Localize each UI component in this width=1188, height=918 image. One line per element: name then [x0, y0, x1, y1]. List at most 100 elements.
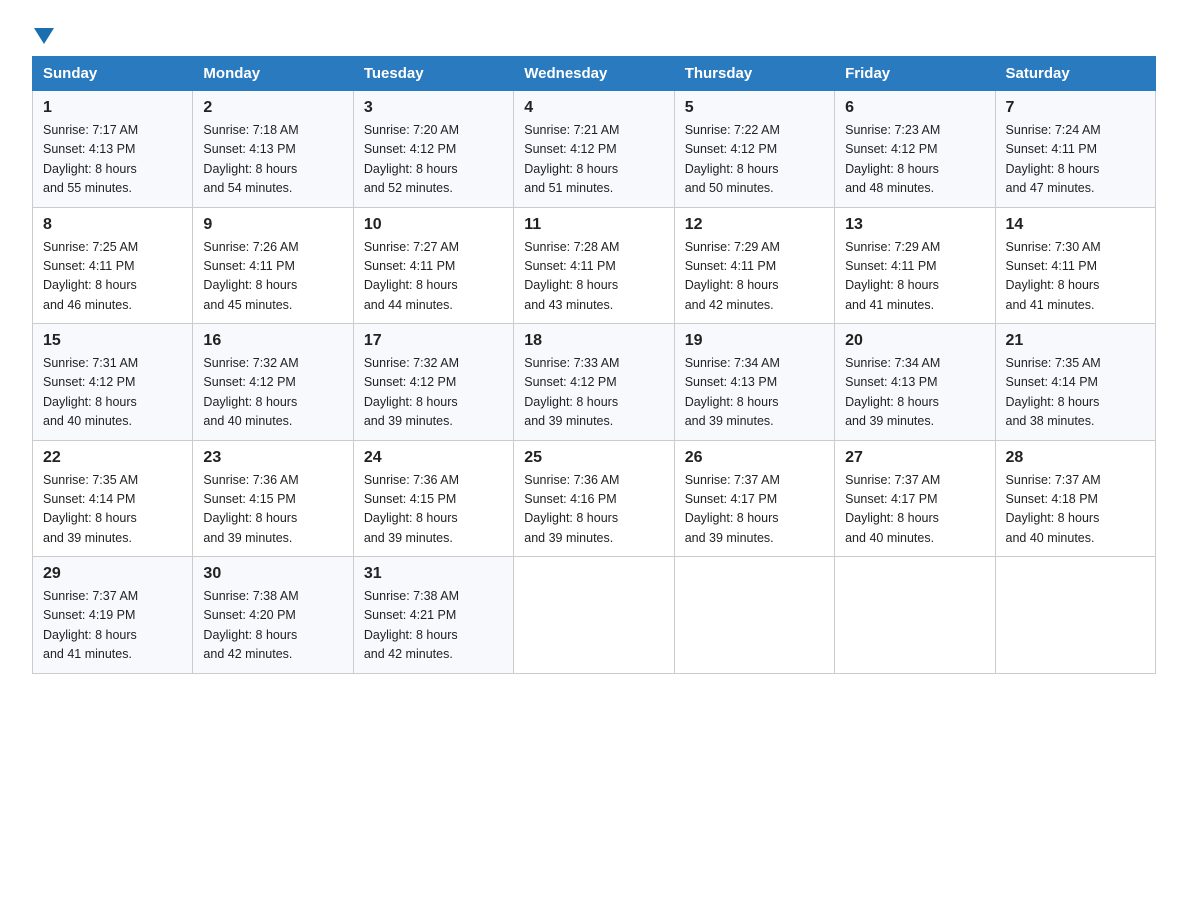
- day-info: Sunrise: 7:35 AMSunset: 4:14 PMDaylight:…: [1006, 356, 1101, 428]
- day-cell-31: 31 Sunrise: 7:38 AMSunset: 4:21 PMDaylig…: [353, 557, 513, 674]
- day-cell-19: 19 Sunrise: 7:34 AMSunset: 4:13 PMDaylig…: [674, 324, 834, 441]
- day-number: 31: [364, 565, 503, 583]
- day-info: Sunrise: 7:32 AMSunset: 4:12 PMDaylight:…: [364, 356, 459, 428]
- day-cell-21: 21 Sunrise: 7:35 AMSunset: 4:14 PMDaylig…: [995, 324, 1155, 441]
- day-cell-29: 29 Sunrise: 7:37 AMSunset: 4:19 PMDaylig…: [33, 557, 193, 674]
- day-number: 6: [845, 99, 984, 117]
- day-info: Sunrise: 7:17 AMSunset: 4:13 PMDaylight:…: [43, 123, 138, 195]
- day-number: 4: [524, 99, 663, 117]
- day-info: Sunrise: 7:32 AMSunset: 4:12 PMDaylight:…: [203, 356, 298, 428]
- day-cell-26: 26 Sunrise: 7:37 AMSunset: 4:17 PMDaylig…: [674, 440, 834, 557]
- logo: [32, 24, 54, 44]
- day-cell-7: 7 Sunrise: 7:24 AMSunset: 4:11 PMDayligh…: [995, 91, 1155, 208]
- day-number: 2: [203, 99, 342, 117]
- weekday-header-friday: Friday: [835, 57, 995, 91]
- day-cell-24: 24 Sunrise: 7:36 AMSunset: 4:15 PMDaylig…: [353, 440, 513, 557]
- day-number: 10: [364, 216, 503, 234]
- weekday-header-row: SundayMondayTuesdayWednesdayThursdayFrid…: [33, 57, 1156, 91]
- logo-triangle-icon: [34, 28, 54, 44]
- day-cell-22: 22 Sunrise: 7:35 AMSunset: 4:14 PMDaylig…: [33, 440, 193, 557]
- day-info: Sunrise: 7:25 AMSunset: 4:11 PMDaylight:…: [43, 240, 138, 312]
- day-cell-12: 12 Sunrise: 7:29 AMSunset: 4:11 PMDaylig…: [674, 207, 834, 324]
- day-cell-14: 14 Sunrise: 7:30 AMSunset: 4:11 PMDaylig…: [995, 207, 1155, 324]
- day-info: Sunrise: 7:36 AMSunset: 4:16 PMDaylight:…: [524, 473, 619, 545]
- day-cell-2: 2 Sunrise: 7:18 AMSunset: 4:13 PMDayligh…: [193, 91, 353, 208]
- day-number: 9: [203, 216, 342, 234]
- calendar-table: SundayMondayTuesdayWednesdayThursdayFrid…: [32, 56, 1156, 674]
- day-cell-11: 11 Sunrise: 7:28 AMSunset: 4:11 PMDaylig…: [514, 207, 674, 324]
- day-info: Sunrise: 7:35 AMSunset: 4:14 PMDaylight:…: [43, 473, 138, 545]
- day-info: Sunrise: 7:38 AMSunset: 4:21 PMDaylight:…: [364, 589, 459, 661]
- day-info: Sunrise: 7:29 AMSunset: 4:11 PMDaylight:…: [685, 240, 780, 312]
- day-number: 17: [364, 332, 503, 350]
- weekday-header-tuesday: Tuesday: [353, 57, 513, 91]
- empty-cell: [514, 557, 674, 674]
- day-cell-3: 3 Sunrise: 7:20 AMSunset: 4:12 PMDayligh…: [353, 91, 513, 208]
- day-number: 18: [524, 332, 663, 350]
- weekday-header-sunday: Sunday: [33, 57, 193, 91]
- day-cell-4: 4 Sunrise: 7:21 AMSunset: 4:12 PMDayligh…: [514, 91, 674, 208]
- day-number: 7: [1006, 99, 1145, 117]
- day-number: 24: [364, 449, 503, 467]
- day-info: Sunrise: 7:29 AMSunset: 4:11 PMDaylight:…: [845, 240, 940, 312]
- day-cell-5: 5 Sunrise: 7:22 AMSunset: 4:12 PMDayligh…: [674, 91, 834, 208]
- day-number: 19: [685, 332, 824, 350]
- day-number: 16: [203, 332, 342, 350]
- day-info: Sunrise: 7:37 AMSunset: 4:19 PMDaylight:…: [43, 589, 138, 661]
- day-cell-17: 17 Sunrise: 7:32 AMSunset: 4:12 PMDaylig…: [353, 324, 513, 441]
- day-number: 23: [203, 449, 342, 467]
- day-info: Sunrise: 7:33 AMSunset: 4:12 PMDaylight:…: [524, 356, 619, 428]
- day-cell-13: 13 Sunrise: 7:29 AMSunset: 4:11 PMDaylig…: [835, 207, 995, 324]
- day-number: 22: [43, 449, 182, 467]
- day-number: 27: [845, 449, 984, 467]
- day-info: Sunrise: 7:20 AMSunset: 4:12 PMDaylight:…: [364, 123, 459, 195]
- day-info: Sunrise: 7:38 AMSunset: 4:20 PMDaylight:…: [203, 589, 298, 661]
- day-info: Sunrise: 7:37 AMSunset: 4:18 PMDaylight:…: [1006, 473, 1101, 545]
- day-number: 8: [43, 216, 182, 234]
- day-cell-25: 25 Sunrise: 7:36 AMSunset: 4:16 PMDaylig…: [514, 440, 674, 557]
- day-cell-20: 20 Sunrise: 7:34 AMSunset: 4:13 PMDaylig…: [835, 324, 995, 441]
- day-number: 5: [685, 99, 824, 117]
- day-cell-23: 23 Sunrise: 7:36 AMSunset: 4:15 PMDaylig…: [193, 440, 353, 557]
- week-row-3: 15 Sunrise: 7:31 AMSunset: 4:12 PMDaylig…: [33, 324, 1156, 441]
- day-number: 20: [845, 332, 984, 350]
- day-info: Sunrise: 7:30 AMSunset: 4:11 PMDaylight:…: [1006, 240, 1101, 312]
- day-cell-8: 8 Sunrise: 7:25 AMSunset: 4:11 PMDayligh…: [33, 207, 193, 324]
- day-cell-28: 28 Sunrise: 7:37 AMSunset: 4:18 PMDaylig…: [995, 440, 1155, 557]
- day-cell-1: 1 Sunrise: 7:17 AMSunset: 4:13 PMDayligh…: [33, 91, 193, 208]
- day-number: 14: [1006, 216, 1145, 234]
- empty-cell: [995, 557, 1155, 674]
- week-row-2: 8 Sunrise: 7:25 AMSunset: 4:11 PMDayligh…: [33, 207, 1156, 324]
- day-info: Sunrise: 7:26 AMSunset: 4:11 PMDaylight:…: [203, 240, 298, 312]
- day-cell-18: 18 Sunrise: 7:33 AMSunset: 4:12 PMDaylig…: [514, 324, 674, 441]
- day-number: 13: [845, 216, 984, 234]
- day-info: Sunrise: 7:34 AMSunset: 4:13 PMDaylight:…: [845, 356, 940, 428]
- day-number: 29: [43, 565, 182, 583]
- header-area: [32, 24, 1156, 44]
- day-info: Sunrise: 7:31 AMSunset: 4:12 PMDaylight:…: [43, 356, 138, 428]
- day-info: Sunrise: 7:28 AMSunset: 4:11 PMDaylight:…: [524, 240, 619, 312]
- day-info: Sunrise: 7:27 AMSunset: 4:11 PMDaylight:…: [364, 240, 459, 312]
- day-cell-6: 6 Sunrise: 7:23 AMSunset: 4:12 PMDayligh…: [835, 91, 995, 208]
- day-info: Sunrise: 7:37 AMSunset: 4:17 PMDaylight:…: [685, 473, 780, 545]
- day-number: 30: [203, 565, 342, 583]
- week-row-4: 22 Sunrise: 7:35 AMSunset: 4:14 PMDaylig…: [33, 440, 1156, 557]
- day-cell-10: 10 Sunrise: 7:27 AMSunset: 4:11 PMDaylig…: [353, 207, 513, 324]
- day-info: Sunrise: 7:23 AMSunset: 4:12 PMDaylight:…: [845, 123, 940, 195]
- day-info: Sunrise: 7:24 AMSunset: 4:11 PMDaylight:…: [1006, 123, 1101, 195]
- day-number: 15: [43, 332, 182, 350]
- day-info: Sunrise: 7:34 AMSunset: 4:13 PMDaylight:…: [685, 356, 780, 428]
- day-info: Sunrise: 7:21 AMSunset: 4:12 PMDaylight:…: [524, 123, 619, 195]
- weekday-header-wednesday: Wednesday: [514, 57, 674, 91]
- day-cell-9: 9 Sunrise: 7:26 AMSunset: 4:11 PMDayligh…: [193, 207, 353, 324]
- day-number: 25: [524, 449, 663, 467]
- day-number: 3: [364, 99, 503, 117]
- day-number: 28: [1006, 449, 1145, 467]
- day-cell-27: 27 Sunrise: 7:37 AMSunset: 4:17 PMDaylig…: [835, 440, 995, 557]
- day-cell-30: 30 Sunrise: 7:38 AMSunset: 4:20 PMDaylig…: [193, 557, 353, 674]
- week-row-1: 1 Sunrise: 7:17 AMSunset: 4:13 PMDayligh…: [33, 91, 1156, 208]
- day-number: 26: [685, 449, 824, 467]
- day-number: 21: [1006, 332, 1145, 350]
- day-info: Sunrise: 7:18 AMSunset: 4:13 PMDaylight:…: [203, 123, 298, 195]
- day-info: Sunrise: 7:36 AMSunset: 4:15 PMDaylight:…: [364, 473, 459, 545]
